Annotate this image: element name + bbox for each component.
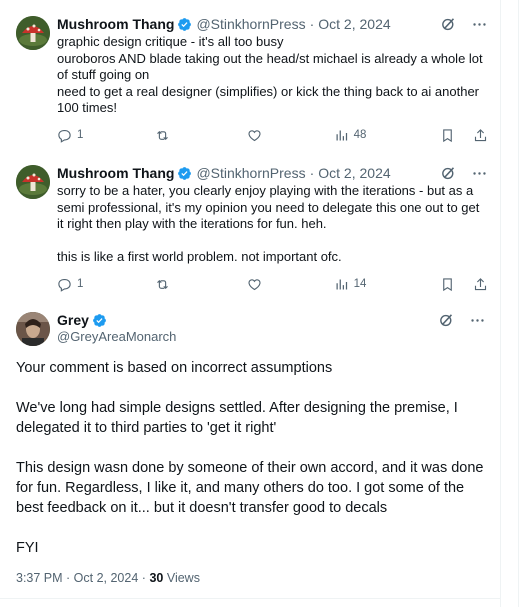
like-button[interactable] — [247, 128, 333, 143]
separator-dot: · — [141, 571, 146, 585]
views-button[interactable]: 48 — [334, 128, 440, 143]
display-name[interactable]: Grey — [57, 312, 89, 328]
reply-count: 1 — [77, 129, 84, 141]
avatar[interactable] — [16, 16, 50, 50]
separator-dot: · — [309, 16, 315, 32]
like-button[interactable] — [247, 277, 333, 292]
heart-icon — [248, 129, 261, 141]
timestamp[interactable]: Oct 2, 2024 — [318, 16, 390, 32]
share-icon[interactable] — [473, 277, 488, 292]
more-icon[interactable] — [471, 165, 488, 182]
views-label: Views — [166, 571, 200, 585]
repost-icon — [156, 130, 168, 140]
reply-button[interactable]: 1 — [57, 128, 155, 143]
timestamp[interactable]: Oct 2, 2024 — [318, 165, 390, 181]
handle[interactable]: @StinkhornPress — [196, 16, 305, 32]
grok-icon[interactable] — [440, 16, 457, 33]
grok-icon[interactable] — [440, 165, 457, 182]
view-count: 30 — [149, 571, 164, 585]
view-count: 48 — [353, 129, 367, 141]
repost-icon — [156, 279, 168, 289]
grok-icon[interactable] — [438, 312, 455, 329]
verified-badge-icon — [93, 313, 106, 327]
views-button[interactable]: 14 — [334, 277, 440, 292]
tweet-meta: 3:37 PM · Oct 2, 2024 · 30 Views — [16, 571, 200, 585]
tweet-header: Mushroom Thang @StinkhornPress · Oct 2, … — [57, 163, 488, 183]
tweet-text: graphic design critique - it's all too b… — [57, 34, 483, 115]
reply-button[interactable]: 1 — [57, 277, 155, 292]
view-count: 14 — [353, 278, 367, 290]
reply-tweet-2[interactable]: Mushroom Thang @StinkhornPress · Oct 2, … — [0, 163, 500, 298]
handle[interactable]: @GreyAreaMonarch — [57, 329, 176, 344]
column-border-right — [518, 0, 519, 607]
tweet-text: sorry to be a hater, you clearly enjoy p… — [57, 183, 480, 264]
analytics-icon — [336, 130, 347, 140]
action-bar: 1 14 — [57, 274, 488, 294]
display-name[interactable]: Mushroom Thang — [57, 16, 174, 32]
reply-icon — [58, 129, 71, 143]
verified-badge-icon — [178, 166, 192, 180]
bookmark-icon[interactable] — [440, 277, 455, 292]
tweet-header: Mushroom Thang @StinkhornPress · Oct 2, … — [57, 14, 488, 34]
reply-tweet-1[interactable]: Mushroom Thang @StinkhornPress · Oct 2, … — [0, 14, 500, 154]
main-tweet-text: Your comment is based on incorrect assum… — [16, 358, 490, 578]
separator-dot: · — [309, 165, 315, 181]
column-border — [500, 0, 501, 607]
paragraph: This design wasn done by someone of thei… — [16, 460, 488, 516]
more-icon[interactable] — [469, 312, 486, 329]
analytics-icon — [336, 279, 347, 289]
paragraph: FYI — [16, 540, 39, 556]
repost-button[interactable] — [155, 277, 247, 292]
action-bar: 1 48 — [57, 125, 488, 145]
divider — [0, 598, 500, 599]
avatar[interactable] — [16, 165, 50, 199]
heart-icon — [248, 278, 261, 290]
more-icon[interactable] — [471, 16, 488, 33]
bookmark-icon[interactable] — [440, 128, 455, 143]
share-icon[interactable] — [473, 128, 488, 143]
main-tweet-header: Grey @GreyAreaMonarch — [0, 307, 500, 347]
reply-count: 1 — [77, 278, 84, 290]
reply-icon — [58, 278, 71, 292]
display-name[interactable]: Mushroom Thang — [57, 165, 174, 181]
verified-badge-icon — [178, 17, 192, 31]
timestamp[interactable]: 3:37 PM · Oct 2, 2024 — [16, 571, 138, 585]
handle[interactable]: @StinkhornPress — [196, 165, 305, 181]
repost-button[interactable] — [155, 128, 247, 143]
paragraph: We've long had simple designs settled. A… — [16, 400, 462, 436]
paragraph: Your comment is based on incorrect assum… — [16, 360, 333, 376]
avatar[interactable] — [16, 312, 50, 346]
